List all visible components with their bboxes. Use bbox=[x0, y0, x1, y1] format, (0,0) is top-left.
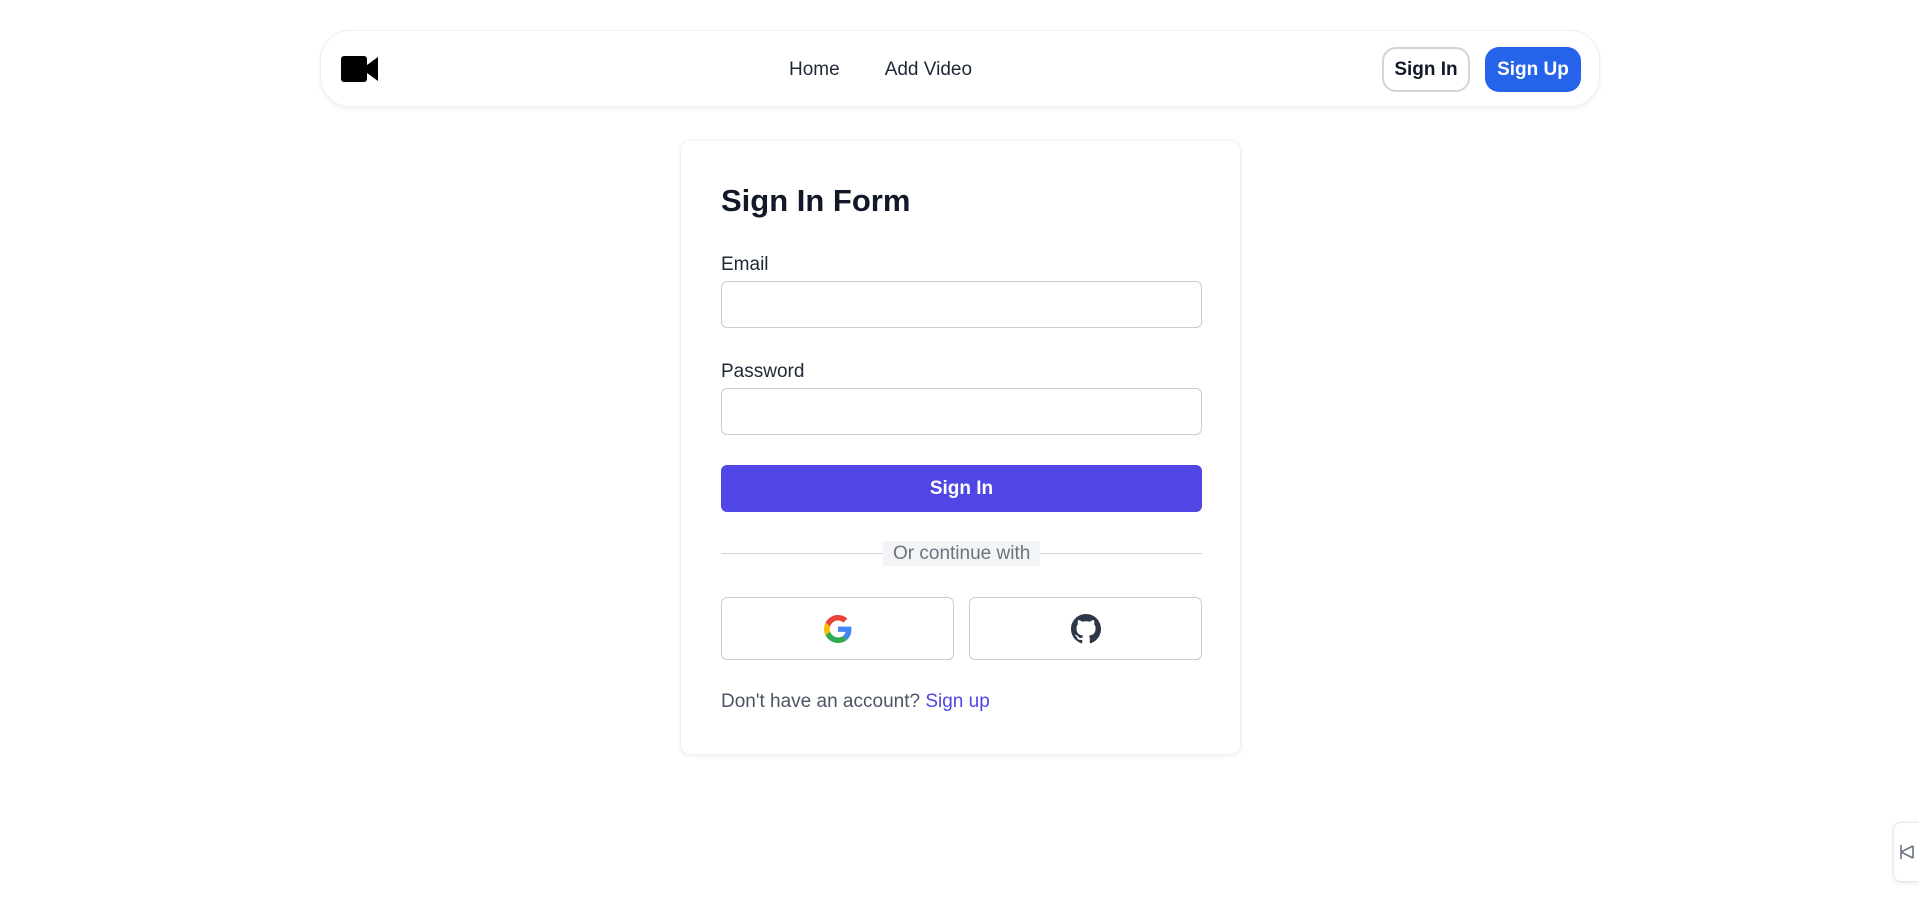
sign-up-prompt-text: Don't have an account? bbox=[721, 691, 921, 712]
github-icon bbox=[1070, 613, 1101, 643]
sign-up-link[interactable]: Sign up bbox=[925, 691, 989, 712]
google-sign-in-button[interactable] bbox=[721, 597, 954, 660]
password-label: Password bbox=[721, 361, 805, 382]
google-icon bbox=[823, 614, 851, 643]
form-title: Sign In Form bbox=[721, 183, 911, 218]
navbar: Home Add Video Sign In Sign Up bbox=[320, 30, 1600, 107]
sign-in-card: Sign In Form Email Password Sign In Or c… bbox=[680, 140, 1241, 755]
video-camera-icon[interactable] bbox=[341, 55, 379, 83]
side-widget-tab[interactable] bbox=[1893, 822, 1919, 882]
sign-up-prompt: Don't have an account? Sign up bbox=[721, 691, 990, 713]
email-label: Email bbox=[721, 254, 769, 275]
nav-link-home[interactable]: Home bbox=[789, 59, 840, 81]
nav-links: Home Add Video bbox=[789, 31, 972, 108]
divider-text: Or continue with bbox=[883, 541, 1041, 566]
expand-icon bbox=[1899, 845, 1914, 859]
nav-sign-up-button[interactable]: Sign Up bbox=[1485, 47, 1581, 92]
email-field[interactable] bbox=[721, 281, 1202, 328]
sign-in-submit-button[interactable]: Sign In bbox=[721, 465, 1202, 512]
password-field[interactable] bbox=[721, 388, 1202, 435]
github-sign-in-button[interactable] bbox=[969, 597, 1202, 660]
nav-link-add-video[interactable]: Add Video bbox=[885, 59, 972, 81]
nav-sign-in-button[interactable]: Sign In bbox=[1382, 47, 1470, 92]
